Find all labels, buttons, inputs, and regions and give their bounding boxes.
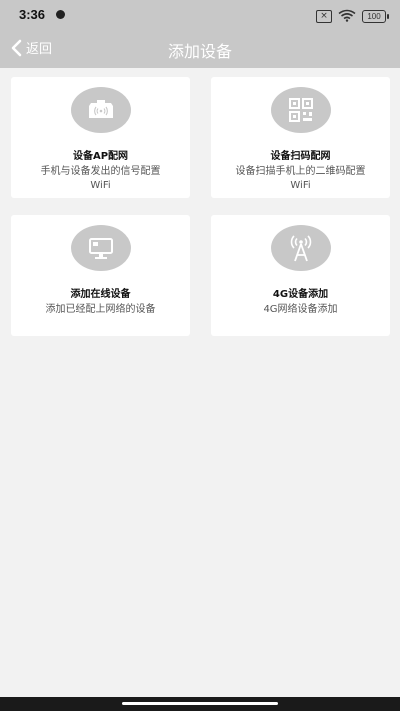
icon-circle — [70, 87, 131, 133]
status-icons: × 100 — [316, 7, 389, 26]
status-time: 3:36 — [19, 7, 46, 22]
option-desc: 手机与设备发出的信号配置WiFi — [40, 166, 161, 191]
option-desc: 设备扫描手机上的二维码配置WiFi — [235, 166, 366, 191]
router-icon — [88, 100, 113, 118]
no-sim-icon: × — [316, 10, 332, 23]
icon-circle — [270, 225, 331, 271]
qr-config-card[interactable]: 设备扫码配网 设备扫描手机上的二维码配置WiFi — [211, 77, 390, 198]
option-name: 4G设备添加 — [272, 289, 329, 300]
home-indicator[interactable] — [122, 702, 278, 705]
status-bar: 3:36 × 100 — [0, 0, 400, 30]
option-desc: 4G网络设备添加 — [263, 304, 338, 315]
notification-dot-icon — [56, 10, 65, 19]
header: 返回 添加设备 — [0, 30, 400, 68]
icon-circle — [270, 87, 331, 133]
option-desc: 添加已经配上网络的设备 — [45, 304, 156, 315]
qr-code-icon — [288, 98, 313, 122]
option-name: 设备扫码配网 — [270, 151, 331, 162]
battery-icon: 100 — [362, 10, 389, 23]
ap-config-card[interactable]: 设备AP配网 手机与设备发出的信号配置WiFi — [11, 77, 190, 198]
option-name: 添加在线设备 — [70, 289, 131, 300]
monitor-icon — [88, 238, 113, 259]
wifi-icon — [338, 7, 356, 26]
icon-circle — [70, 225, 131, 271]
cell-tower-icon — [290, 235, 311, 262]
page-title: 添加设备 — [167, 42, 232, 61]
option-name: 设备AP配网 — [72, 151, 129, 162]
4g-device-card[interactable]: 4G设备添加 4G网络设备添加 — [211, 215, 390, 336]
top-bar: 3:36 × 100 返回 添加设备 — [0, 0, 400, 68]
online-device-card[interactable]: 添加在线设备 添加已经配上网络的设备 — [11, 215, 190, 336]
